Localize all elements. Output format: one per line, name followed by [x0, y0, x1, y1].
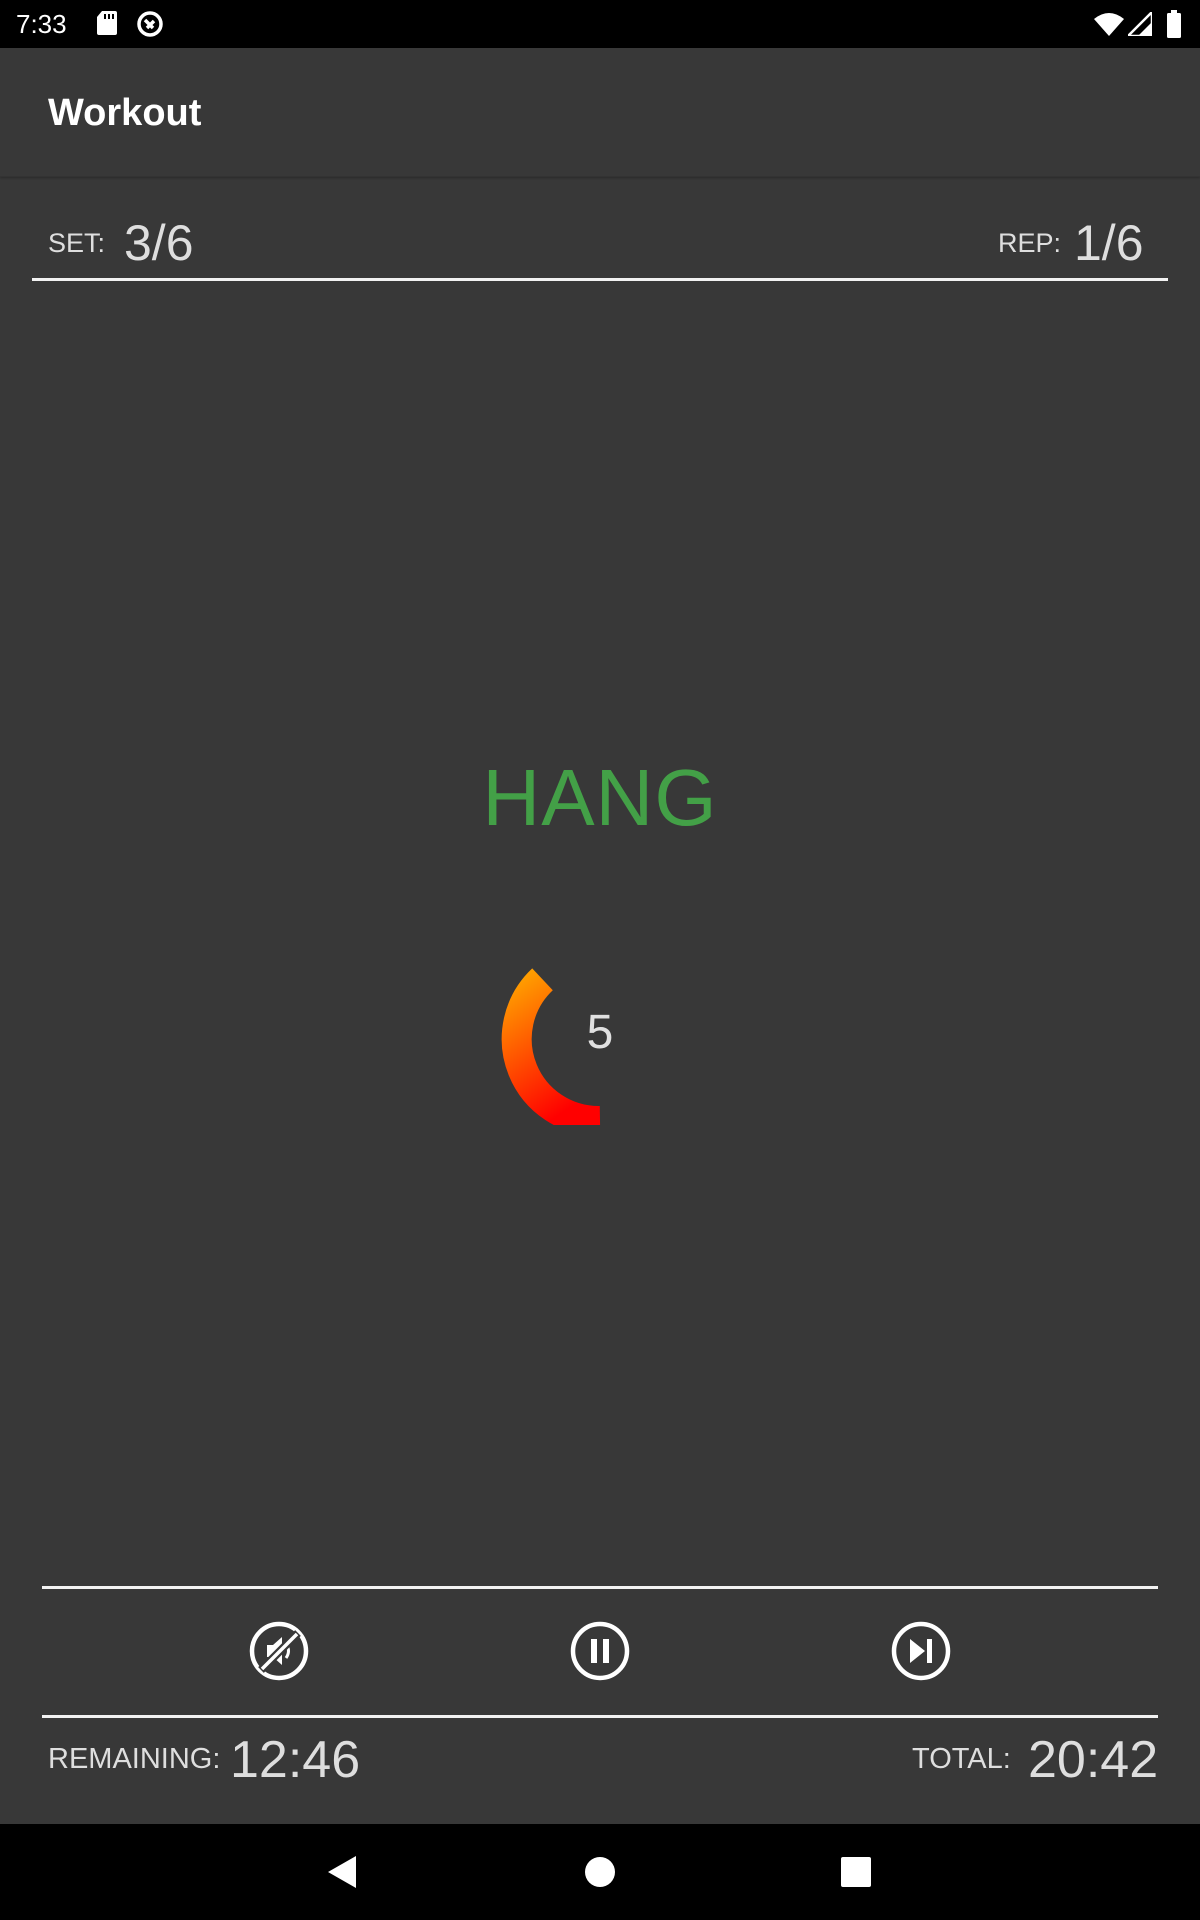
battery-icon [1167, 10, 1181, 38]
rep-label: REP: [998, 228, 1062, 258]
set-label: SET: [48, 228, 106, 258]
status-time: 7:33 [16, 9, 67, 39]
cell-signal-icon [1128, 12, 1152, 36]
set-value: 3/6 [124, 215, 194, 271]
total-value: 20:42 [1028, 1731, 1159, 1789]
control-bar [42, 1586, 1158, 1718]
status-bar: 7:33 [0, 0, 1200, 48]
app-bar: Workout [0, 48, 1200, 177]
back-icon [328, 1856, 356, 1888]
recents-icon [841, 1857, 871, 1887]
remaining-label: REMAINING: [48, 1743, 221, 1775]
home-button[interactable] [578, 1850, 622, 1894]
home-icon [585, 1857, 615, 1887]
sd-card-icon [97, 11, 117, 35]
recents-button[interactable] [834, 1850, 878, 1894]
total-label: TOTAL: [912, 1743, 1011, 1775]
wifi-icon [1094, 13, 1124, 36]
pause-icon [570, 1621, 630, 1681]
phase-label: HANG [482, 753, 718, 842]
mute-button[interactable] [248, 1620, 310, 1682]
pause-button[interactable] [569, 1620, 631, 1682]
countdown-value: 5 [586, 1006, 614, 1059]
remaining-value: 12:46 [230, 1731, 361, 1789]
set-rep-counter: SET: 3/6 REP: 1/6 [32, 210, 1168, 281]
sync-disabled-icon [137, 11, 163, 37]
system-nav-bar [0, 1824, 1200, 1920]
skip-next-icon [891, 1621, 951, 1681]
rep-value: 1/6 [1074, 215, 1144, 271]
mute-icon [249, 1621, 309, 1681]
skip-next-button[interactable] [890, 1620, 952, 1682]
back-button[interactable] [320, 1850, 364, 1894]
app-title: Workout [48, 92, 202, 134]
countdown-timer: 5 [500, 955, 700, 1125]
